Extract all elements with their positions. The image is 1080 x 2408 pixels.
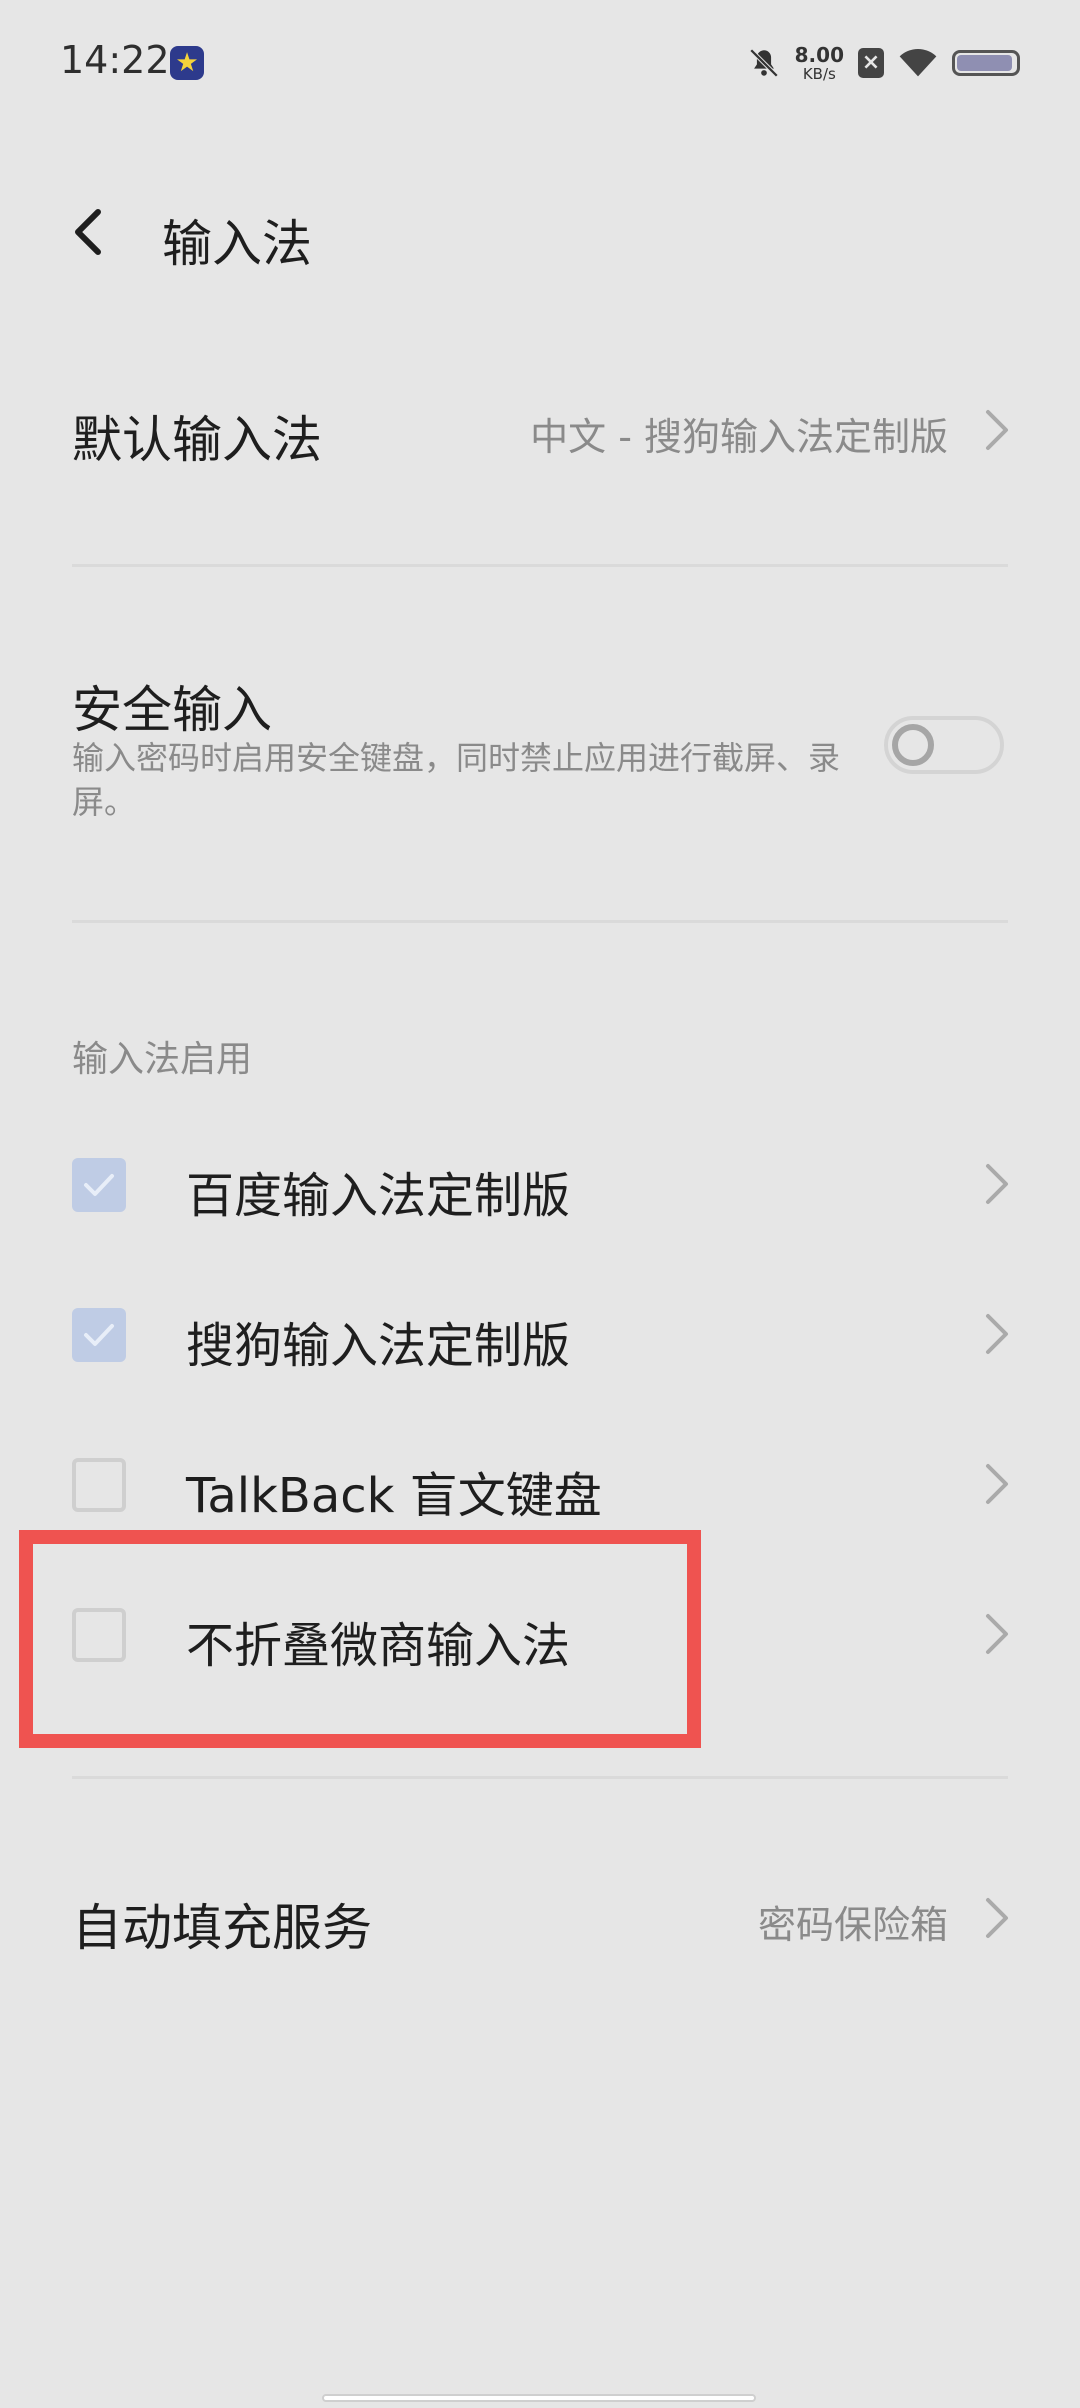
divider	[72, 1776, 1008, 1779]
network-speed: 8.00 KB/s	[795, 45, 844, 82]
secure-input-description: 输入密码时启用安全键盘，同时禁止应用进行截屏、录屏。	[72, 739, 841, 821]
checkbox-checked[interactable]	[72, 1158, 126, 1212]
default-ime-label: 默认输入法	[72, 411, 322, 469]
checkbox-checked[interactable]	[72, 1308, 126, 1362]
ime-item-label: 搜狗输入法定制版	[186, 1318, 571, 1374]
toggle-knob	[892, 724, 934, 766]
checkmark-icon	[84, 1174, 114, 1196]
ime-section-header: 输入法启用	[72, 1039, 253, 1080]
chevron-right-icon	[986, 1898, 1008, 1938]
back-arrow-icon[interactable]	[60, 202, 120, 262]
bell-muted-icon	[749, 48, 778, 78]
ime-item-label: 百度输入法定制版	[186, 1168, 571, 1224]
app-notification-icon: ★	[170, 46, 204, 80]
wifi-icon	[899, 49, 937, 77]
secure-input-toggle[interactable]	[884, 716, 1004, 774]
checkmark-icon	[84, 1324, 114, 1346]
autofill-value: 密码保险箱	[757, 1903, 948, 1947]
divider	[72, 920, 1008, 923]
chevron-right-icon	[986, 1464, 1008, 1504]
chevron-right-icon	[986, 1164, 1008, 1204]
chevron-right-icon	[986, 1314, 1008, 1354]
chevron-right-icon	[986, 410, 1008, 450]
battery-fill	[957, 55, 1012, 71]
checkbox-unchecked[interactable]	[72, 1608, 126, 1662]
status-bar: 14:22 ★ 8.00 KB/s ×	[0, 0, 1080, 126]
status-time: 14:22	[60, 38, 170, 82]
autofill-label: 自动填充服务	[72, 1899, 372, 1957]
page-title: 输入法	[162, 215, 312, 273]
battery-icon	[952, 50, 1020, 76]
status-icons: 8.00 KB/s ×	[747, 40, 1020, 86]
ime-item-label: 不折叠微商输入法	[186, 1618, 571, 1674]
ime-item-label: TalkBack 盲文键盘	[186, 1468, 602, 1524]
gesture-nav-handle[interactable]	[322, 2394, 756, 2402]
network-speed-unit: KB/s	[802, 64, 836, 83]
network-speed-value: 8.00	[794, 42, 844, 67]
divider	[72, 564, 1008, 567]
no-sim-icon: ×	[858, 48, 884, 78]
app-header: 输入法	[0, 180, 1080, 290]
checkbox-unchecked[interactable]	[72, 1458, 126, 1512]
secure-input-label: 安全输入	[72, 681, 272, 739]
default-ime-value: 中文 - 搜狗输入法定制版	[530, 415, 948, 459]
chevron-right-icon	[986, 1614, 1008, 1654]
